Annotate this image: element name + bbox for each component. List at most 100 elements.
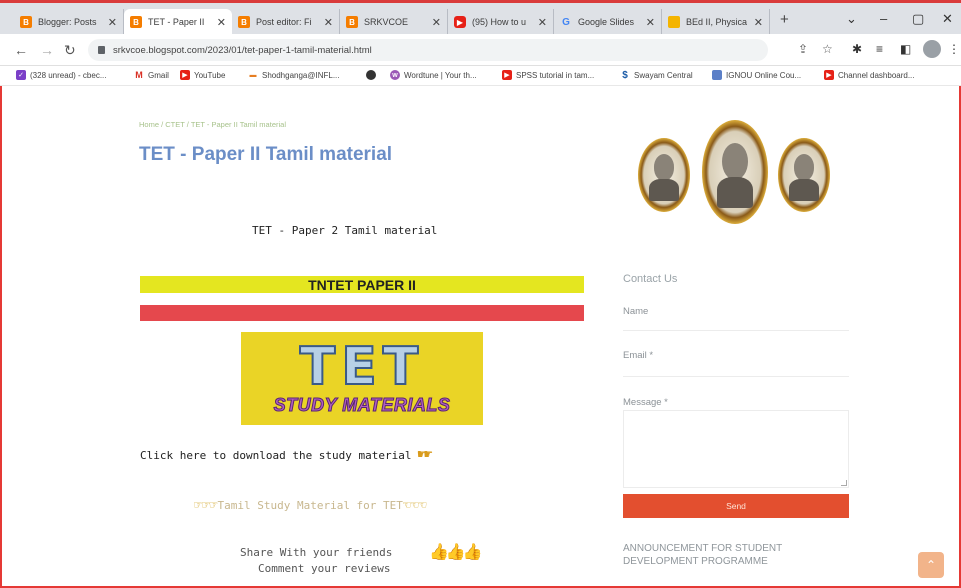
tab-google-slides[interactable]: G Google Slides ✕ xyxy=(554,9,662,35)
bookmark-swayam[interactable]: $ Swayam Central xyxy=(620,69,692,81)
bookmark-label: Gmail xyxy=(148,70,169,80)
bookmark-label: IGNOU Online Cou... xyxy=(726,70,802,80)
close-icon[interactable]: ✕ xyxy=(108,16,117,29)
new-tab-button[interactable]: + xyxy=(780,11,789,28)
blogger-icon: B xyxy=(20,16,32,28)
scroll-to-top-button[interactable]: ⌃ xyxy=(918,552,944,578)
tab-label: TET - Paper II xyxy=(148,17,205,27)
tet-image-subtitle: STUDY MATERIALS xyxy=(273,395,451,416)
reload-icon[interactable]: ↻ xyxy=(64,42,76,59)
tet-study-materials-image: TET STUDY MATERIALS xyxy=(241,332,483,425)
message-label: Message * xyxy=(623,397,668,408)
tab-label: Google Slides xyxy=(578,17,635,27)
bookmark-label: SPSS tutorial in tam... xyxy=(516,70,595,80)
bookmark-unread[interactable]: ✓ (328 unread) - cbec... xyxy=(16,70,106,80)
bookmark-ignou[interactable]: IGNOU Online Cou... xyxy=(712,70,801,80)
bookmark-globe[interactable] xyxy=(366,70,380,80)
close-icon[interactable]: ✕ xyxy=(324,16,333,29)
tab-search-icon[interactable]: ⌄ xyxy=(846,11,857,27)
bookmark-label: (328 unread) - cbec... xyxy=(30,70,107,80)
shodhganga-icon: ▬ xyxy=(249,71,257,79)
tet-image-title: TET xyxy=(299,337,425,397)
reading-list-icon[interactable]: ≡ xyxy=(876,42,883,56)
youtube-icon: ▶ xyxy=(180,70,190,80)
banner-text: TNTET PAPER II xyxy=(308,276,416,293)
bookmark-channel[interactable]: ▶ Channel dashboard... xyxy=(824,70,915,80)
thumbs-up-icon: 👍👍👍 xyxy=(429,544,483,561)
swayam-icon: $ xyxy=(622,69,628,81)
blogger-icon: B xyxy=(130,16,142,28)
message-field[interactable] xyxy=(623,410,849,488)
bookmark-youtube[interactable]: ▶ YouTube xyxy=(180,70,225,80)
close-icon[interactable]: ✕ xyxy=(217,16,226,29)
contact-us-heading: Contact Us xyxy=(623,273,678,285)
portrait-frame xyxy=(778,138,830,212)
tab-post-editor[interactable]: B Post editor: Fi ✕ xyxy=(232,9,340,35)
youtube-icon: ▶ xyxy=(502,70,512,80)
bookmark-label: YouTube xyxy=(194,70,226,80)
bookmark-gmail[interactable]: M Gmail xyxy=(134,70,169,80)
email-field[interactable] xyxy=(623,376,849,377)
email-label: Email * xyxy=(623,350,654,361)
minimize-button[interactable]: – xyxy=(880,11,887,26)
name-field[interactable] xyxy=(623,330,849,331)
bookmarks-bar: ✓ (328 unread) - cbec... M Gmail ▶ YouTu… xyxy=(0,66,961,86)
bookmark-spss[interactable]: ▶ SPSS tutorial in tam... xyxy=(502,70,594,80)
tab-label: BEd II, Physica xyxy=(686,17,748,27)
bookmark-label: Shodhganga@INFL... xyxy=(262,70,340,80)
blog-page: Home / CTET / TET - Paper II Tamil mater… xyxy=(0,86,961,588)
menu-icon[interactable]: ⋮ xyxy=(948,42,960,56)
bookmark-shodhganga[interactable]: ▬ Shodhganga@INFL... xyxy=(248,70,340,80)
portrait-frame xyxy=(702,120,768,224)
back-icon[interactable]: ← xyxy=(14,42,28,58)
url-field[interactable]: srkvcoe.blogspot.com/2023/01/tet-paper-1… xyxy=(88,39,768,61)
mail-icon: ✓ xyxy=(16,70,26,80)
tab-tet-paper[interactable]: B TET - Paper II ✕ xyxy=(124,9,232,35)
side-panel-icon[interactable]: ◧ xyxy=(900,42,911,56)
name-label: Name xyxy=(623,306,649,317)
close-icon[interactable]: ✕ xyxy=(538,16,547,29)
send-button[interactable]: Send xyxy=(623,494,849,518)
star-icon[interactable]: ☆ xyxy=(822,42,833,56)
bookmark-label: Wordtune | Your th... xyxy=(404,70,477,80)
bookmark-label: Channel dashboard... xyxy=(838,70,915,80)
ignou-icon xyxy=(712,70,722,80)
youtube-icon: ▶ xyxy=(454,16,466,28)
download-line: Click here to download the study materia… xyxy=(140,447,432,463)
announcement-link[interactable]: ANNOUNCEMENT FOR STUDENT DEVELOPMENT PRO… xyxy=(623,542,843,568)
address-bar: ← → ↻ srkvcoe.blogspot.com/2023/01/tet-p… xyxy=(0,34,961,66)
extensions-icon[interactable]: ✱ xyxy=(852,42,862,56)
close-icon[interactable]: ✕ xyxy=(754,16,763,29)
bookmark-wordtune[interactable]: w Wordtune | Your th... xyxy=(390,70,477,80)
red-banner xyxy=(140,305,584,321)
study-material-link[interactable]: Tamil Study Material for TET xyxy=(217,499,402,512)
blogger-icon: B xyxy=(346,16,358,28)
blogger-icon: B xyxy=(238,16,250,28)
forward-icon[interactable]: → xyxy=(40,42,54,58)
url-text: srkvcoe.blogspot.com/2023/01/tet-paper-1… xyxy=(113,44,372,56)
tab-youtube[interactable]: ▶ (95) How to u ✕ xyxy=(448,9,554,35)
profile-avatar[interactable] xyxy=(923,40,941,58)
tab-srkvcoe[interactable]: B SRKVCOE ✕ xyxy=(340,9,448,35)
pointing-hand-icon: ☜☜☜ xyxy=(402,498,427,513)
maximize-button[interactable]: ▢ xyxy=(912,11,924,27)
share-icon[interactable]: ⇪ xyxy=(798,42,808,56)
tab-bed-physical[interactable]: BEd II, Physica ✕ xyxy=(662,9,770,35)
resize-handle[interactable] xyxy=(841,480,847,486)
tab-label: Post editor: Fi xyxy=(256,17,312,27)
post-subtitle: TET - Paper 2 Tamil material xyxy=(252,224,438,237)
gmail-icon: M xyxy=(135,70,143,80)
post-title: TET - Paper II Tamil material xyxy=(139,144,393,165)
study-material-row: ☞☞☞ Tamil Study Material for TET ☜☜☜ xyxy=(194,498,426,513)
close-window-button[interactable]: ✕ xyxy=(942,11,953,27)
pointing-hand-icon: ☞☞☞ xyxy=(194,498,218,513)
slides-icon xyxy=(668,16,680,28)
tntet-banner: TNTET PAPER II xyxy=(140,276,584,293)
tab-blogger-posts[interactable]: B Blogger: Posts ✕ xyxy=(14,9,124,35)
close-icon[interactable]: ✕ xyxy=(432,16,441,29)
youtube-icon: ▶ xyxy=(824,70,834,80)
close-icon[interactable]: ✕ xyxy=(646,16,655,29)
breadcrumb[interactable]: Home / CTET / TET - Paper II Tamil mater… xyxy=(139,120,286,129)
download-text: Click here to download the study materia… xyxy=(140,448,412,462)
globe-icon xyxy=(366,70,376,80)
